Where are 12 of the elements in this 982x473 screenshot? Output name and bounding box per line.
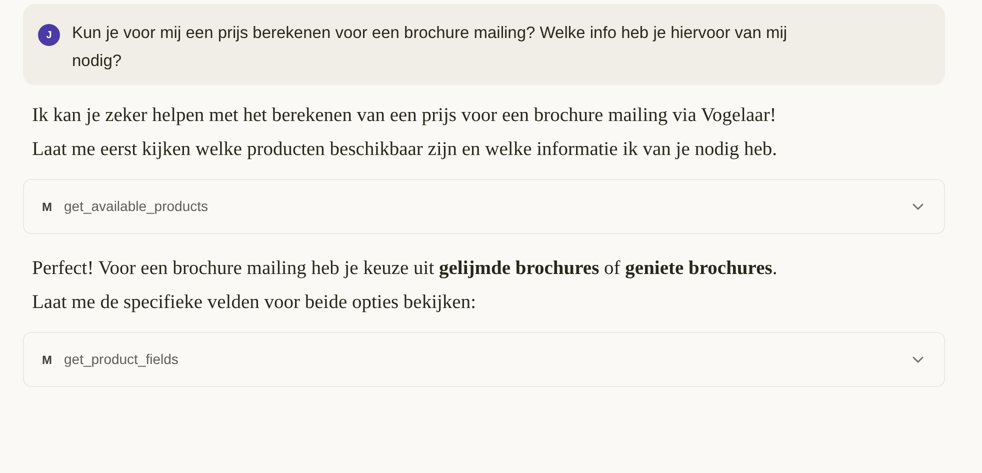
tool-label: M <box>42 198 52 216</box>
assistant-message-text: Perfect! Voor een brochure mailing heb je keuze uit gelijmde brochures of geniete brochures. Laat me de specifieke velden voor beide opties bekijken: <box>31 257 778 315</box>
user-avatar: J <box>38 24 60 46</box>
assistant-message-text: Ik kan je zeker helpen met het berekenen van een prijs voor een brochure mailing via Vogelaar! Laat me eerst kijken welke producten beschikbaar zijn en welke informatie ik van je nodig heb. <box>31 104 778 162</box>
user-message-text: Kun je voor mij een prijs berekenen voor een brochure mailing? Welke info heb je hiervoor van mij nodig? <box>72 23 788 72</box>
chevron-down-icon <box>912 202 924 210</box>
tool-call-card[interactable]: M get_product_fields <box>23 332 945 387</box>
tool-name: get_available_products <box>64 197 209 216</box>
chevron-down-icon <box>912 356 924 364</box>
tool-call-card[interactable]: M get_available_products <box>23 179 945 234</box>
tool-label: M <box>42 352 52 368</box>
tool-name: get_product_fields <box>64 350 180 369</box>
